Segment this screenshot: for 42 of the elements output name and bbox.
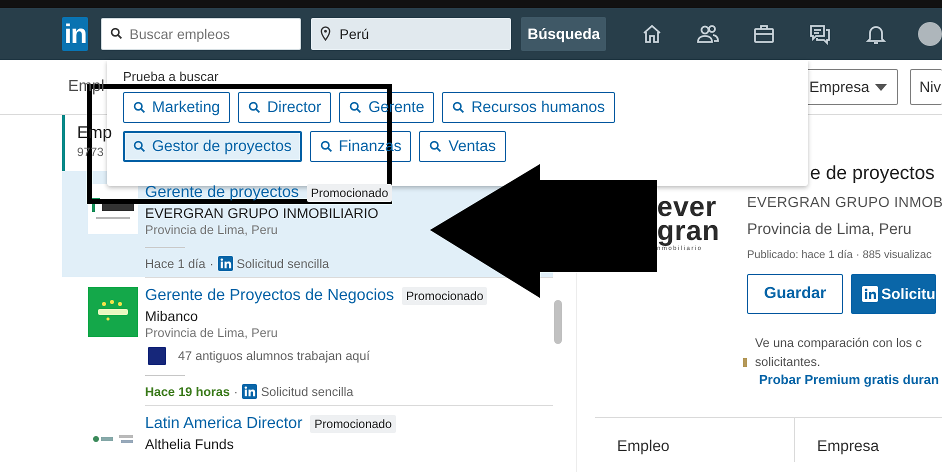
promoted-badge: Promocionado xyxy=(306,184,392,202)
job-title[interactable]: Gerente de proyectos xyxy=(145,184,299,202)
job-card[interactable]: Gerente de Proyectos de Negocios Promocionado Mibanco Provincia de Lima, Peru 47 antiguos alumnos trabajan aquí Hace 19 horas · Solicitud sencilla xyxy=(62,278,553,405)
company-name: Althelia Funds xyxy=(145,436,234,452)
published-info: Publicado: hace 1 día · 885 visualizac xyxy=(747,249,933,261)
suggestion-chip[interactable]: Director xyxy=(238,92,332,123)
alumni-text: 47 antiguos alumnos trabajan aquí xyxy=(178,349,370,363)
search-field[interactable]: Buscar empleos xyxy=(101,18,302,50)
logo[interactable]: in xyxy=(62,17,88,51)
save-button[interactable]: Guardar xyxy=(747,274,844,314)
job-location: Provincia de Lima, Peru xyxy=(145,223,278,237)
suggestion-chip[interactable]: Recursos humanos xyxy=(442,92,615,123)
filter-button[interactable]: Niv xyxy=(910,69,942,105)
company-name: Mibanco xyxy=(145,308,198,324)
job-title[interactable]: Latin America Director xyxy=(145,415,302,433)
location-field[interactable]: Perú xyxy=(311,18,512,50)
promoted-badge: Promocionado xyxy=(310,415,396,433)
job-title: e de proyectos xyxy=(810,163,936,185)
job-location: Provincia de Lima, Peru xyxy=(145,326,278,340)
premium-link[interactable]: Probar Premium gratis duran xyxy=(759,372,939,387)
posted-time: Hace 1 día xyxy=(145,256,206,270)
apply-type: Solicitud sencilla xyxy=(236,256,330,270)
apply-button[interactable]: Solicitu xyxy=(851,274,936,314)
detail-tab[interactable]: Empleo xyxy=(595,418,795,462)
suggestion-chip[interactable]: Gestor de proyectos xyxy=(123,131,302,162)
job-location: Provincia de Lima, Peru xyxy=(747,221,913,239)
promoted-badge: Promocionado xyxy=(402,287,488,305)
job-title[interactable]: Gerente de Proyectos de Negocios xyxy=(145,287,394,305)
suggestion-chip[interactable]: Ventas xyxy=(419,131,506,162)
company-name: EVERGRAN GRUPO INMOB xyxy=(747,195,942,211)
premium-text: Ve una comparación con los c solicitantes. xyxy=(755,335,923,371)
detail-tab[interactable]: Empresa xyxy=(795,418,880,462)
job-card[interactable]: Latin America Director Promocionado Althelia Funds xyxy=(62,406,553,454)
dropdown-heading: Prueba a buscar xyxy=(123,69,218,84)
posted-time: Hace 19 horas xyxy=(145,384,230,398)
search-button[interactable]: Búsqueda xyxy=(521,17,606,51)
separator: · xyxy=(234,384,238,398)
apply-type: Solicitud sencilla xyxy=(260,384,354,398)
suggestion-chip[interactable]: Marketing xyxy=(123,92,230,123)
company-name: EVERGRAN GRUPO INMOBILIARIO xyxy=(145,205,378,221)
filter-label: Empl xyxy=(68,78,104,96)
separator: · xyxy=(209,256,214,270)
